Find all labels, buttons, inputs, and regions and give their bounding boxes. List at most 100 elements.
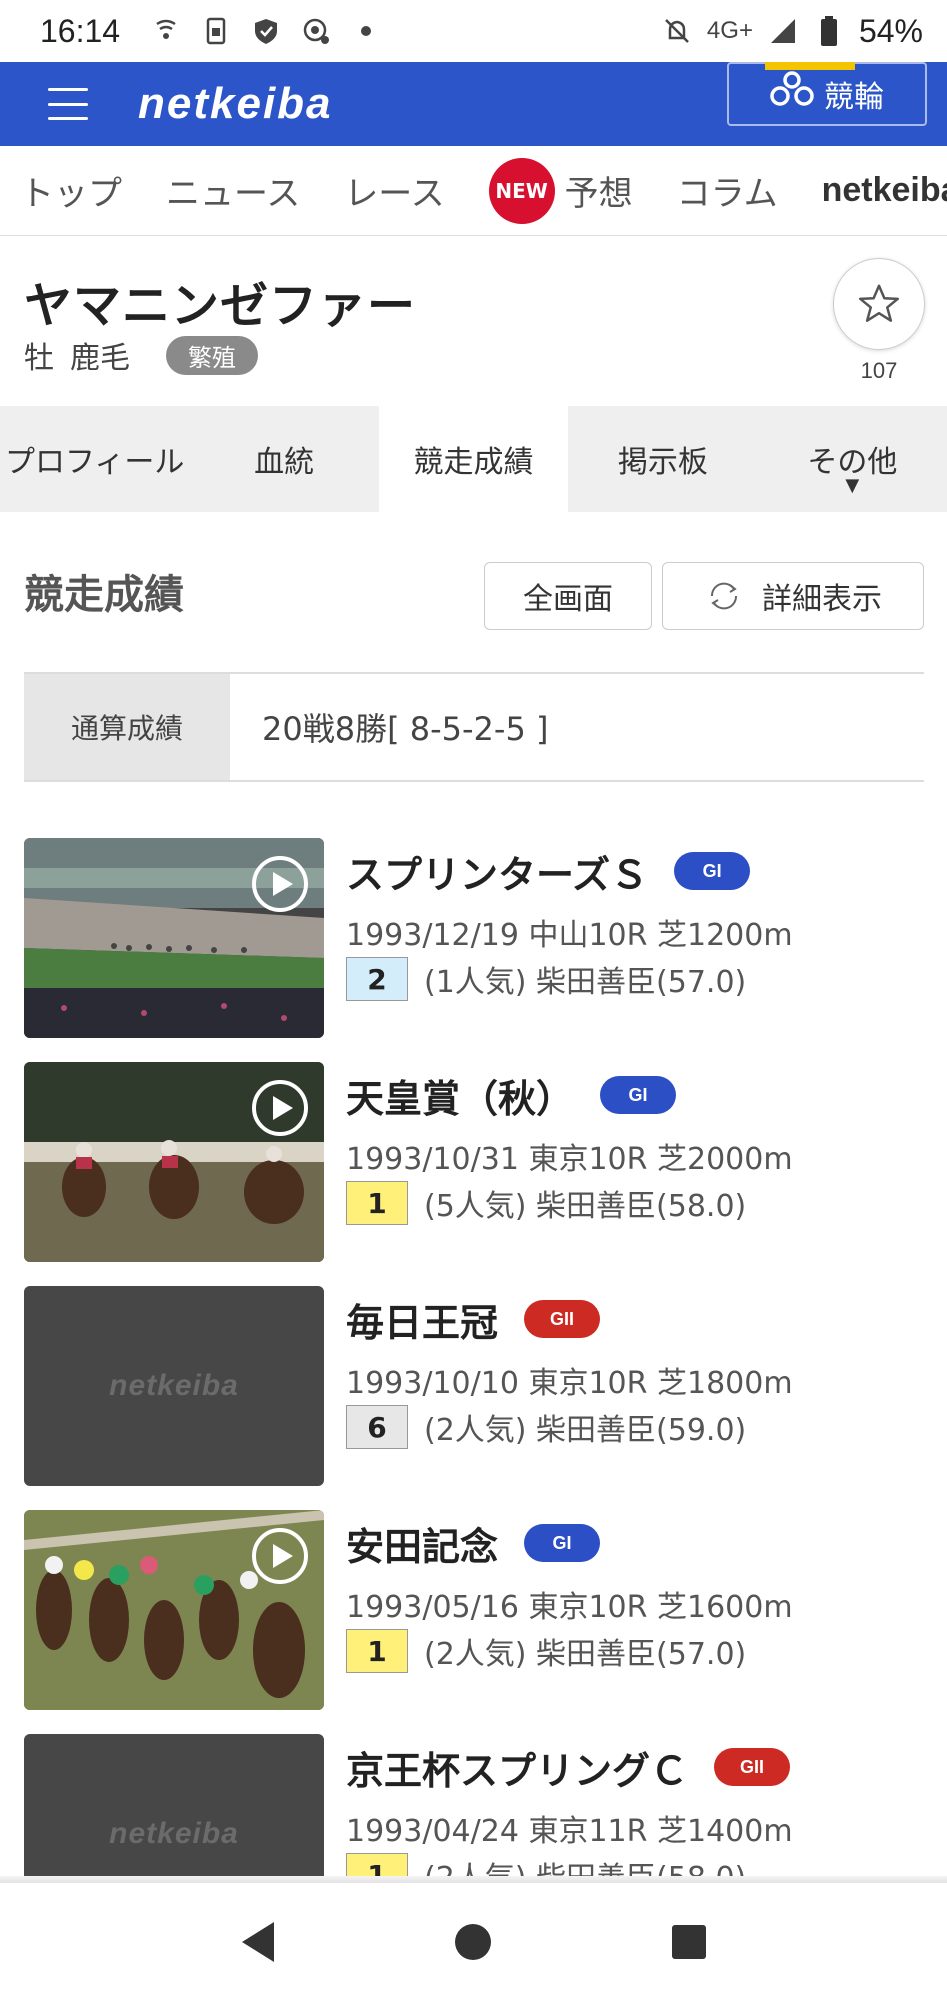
nav-top[interactable]: トップ bbox=[20, 166, 122, 215]
race-video-thumbnail[interactable] bbox=[24, 838, 324, 1038]
jockey-info: (5人気) 柴田善臣(58.0) bbox=[424, 1189, 747, 1224]
race-list: スプリンターズＳ GI 1993/12/19 中山10R 芝1200m 2 (1人… bbox=[24, 836, 924, 1956]
race-item[interactable]: netkeiba 毎日王冠 GII 1993/10/10 東京10R 芝1800m… bbox=[24, 1284, 924, 1508]
finish-position: 6 bbox=[346, 1405, 408, 1449]
system-nav-bar bbox=[0, 1882, 947, 2000]
horse-header: ヤマニンゼファー 牡 鹿毛 繁殖 107 bbox=[0, 236, 947, 406]
favorite-button[interactable] bbox=[833, 258, 925, 350]
jockey-info: (2人気) 柴田善臣(59.0) bbox=[424, 1413, 747, 1448]
horse-color: 鹿毛 bbox=[70, 341, 130, 376]
grade-badge: GII bbox=[524, 1300, 601, 1338]
grade-badge: GI bbox=[674, 852, 751, 890]
nav-netkeibatv-label: netkeibaTV bbox=[821, 171, 947, 209]
race-date-course: 1993/12/19 中山10R 芝1200m bbox=[346, 918, 793, 953]
battery-icon bbox=[813, 15, 845, 47]
tab-pedigree-label: 血統 bbox=[254, 445, 315, 480]
back-icon[interactable] bbox=[233, 1917, 283, 1967]
play-icon[interactable] bbox=[252, 1080, 308, 1136]
race-date-course: 1993/10/10 東京10R 芝1800m bbox=[346, 1366, 793, 1401]
race-name[interactable]: 京王杯スプリングＣ bbox=[346, 1740, 688, 1795]
nav-news[interactable]: ニュース bbox=[166, 166, 300, 215]
battery-percent: 54% bbox=[858, 12, 923, 49]
tab-other[interactable]: その他 ▼ bbox=[758, 406, 947, 512]
signal-icon bbox=[767, 15, 799, 47]
status-badge: 繁殖 bbox=[166, 335, 258, 375]
summary-label: 通算成績 bbox=[24, 674, 230, 780]
keirin-label: 競輪 bbox=[824, 80, 884, 115]
clock: 16:14 bbox=[40, 12, 121, 49]
nav-news-label: ニュース bbox=[166, 174, 301, 214]
grade-badge: GII bbox=[714, 1748, 791, 1786]
finish-position: 1 bbox=[346, 1181, 408, 1225]
sim-icon bbox=[200, 15, 232, 47]
wifi-calling-icon bbox=[150, 15, 182, 47]
fullscreen-button[interactable]: 全画面 bbox=[484, 562, 652, 630]
notifications-off-icon bbox=[661, 15, 693, 47]
netkeiba-watermark: netkeiba bbox=[109, 1369, 239, 1402]
network-type: 4G+ bbox=[706, 17, 753, 44]
finish-position: 1 bbox=[346, 1629, 408, 1673]
nav-top-label: トップ bbox=[20, 174, 122, 214]
status-bar: 16:14 4G+ 54% bbox=[0, 0, 947, 62]
career-summary: 通算成績 20戦8勝[ 8-5-2-5 ] bbox=[24, 672, 924, 782]
detail-view-label: 詳細表示 bbox=[762, 582, 882, 617]
race-name[interactable]: 天皇賞（秋） bbox=[346, 1068, 574, 1123]
star-icon bbox=[858, 284, 900, 322]
race-video-thumbnail[interactable] bbox=[24, 1062, 324, 1262]
play-icon[interactable] bbox=[252, 856, 308, 912]
race-date-course: 1993/10/31 東京10R 芝2000m bbox=[346, 1142, 793, 1177]
grade-badge: GI bbox=[600, 1076, 677, 1114]
horse-name: ヤマニンゼファー bbox=[24, 278, 417, 334]
tab-profile-label: プロフィール bbox=[5, 445, 185, 480]
bicycle-icon bbox=[770, 70, 814, 118]
horse-sex: 牡 bbox=[24, 341, 54, 376]
race-item[interactable]: スプリンターズＳ GI 1993/12/19 中山10R 芝1200m 2 (1人… bbox=[24, 836, 924, 1060]
summary-value: 20戦8勝[ 8-5-2-5 ] bbox=[262, 710, 549, 748]
race-thumbnail-placeholder: netkeiba bbox=[24, 1286, 324, 1486]
new-badge: NEW bbox=[488, 157, 555, 224]
nav-column-label: コラム bbox=[676, 174, 778, 214]
section-title: 競走成績 bbox=[24, 572, 184, 618]
caret-down-icon: ▼ bbox=[845, 475, 860, 496]
netkeiba-watermark: netkeiba bbox=[109, 1817, 239, 1850]
race-item[interactable]: 天皇賞（秋） GI 1993/10/31 東京10R 芝2000m 1 (5人気)… bbox=[24, 1060, 924, 1284]
dot-icon bbox=[350, 15, 382, 47]
race-name[interactable]: 毎日王冠 bbox=[346, 1292, 498, 1347]
nav-column[interactable]: コラム bbox=[677, 166, 778, 215]
race-date-course: 1993/05/16 東京10R 芝1600m bbox=[346, 1590, 793, 1625]
nav-netkeibatv[interactable]: netkeibaTV bbox=[822, 171, 947, 210]
jockey-info: (1人気) 柴田善臣(57.0) bbox=[424, 965, 747, 1000]
play-icon[interactable] bbox=[252, 1528, 308, 1584]
race-name[interactable]: スプリンターズＳ bbox=[346, 844, 648, 899]
favorite-count: 107 bbox=[860, 358, 898, 383]
race-video-thumbnail[interactable] bbox=[24, 1510, 324, 1710]
recents-icon[interactable] bbox=[664, 1917, 714, 1967]
site-header: netkeiba 競輪 bbox=[0, 62, 947, 146]
nav-race-label: レース bbox=[344, 174, 445, 214]
race-name[interactable]: 安田記念 bbox=[346, 1516, 498, 1571]
tab-bbs-label: 掲示板 bbox=[617, 445, 708, 480]
nav-yoso[interactable]: NEW 予想 bbox=[488, 157, 633, 224]
refresh-icon bbox=[710, 582, 738, 610]
keirin-link[interactable]: 競輪 bbox=[727, 62, 927, 126]
detail-view-button[interactable]: 詳細表示 bbox=[662, 562, 924, 630]
nav-race[interactable]: レース bbox=[344, 166, 444, 215]
tab-bbs[interactable]: 掲示板 bbox=[568, 406, 757, 512]
race-date-course: 1993/04/24 東京11R 芝1400m bbox=[346, 1814, 793, 1849]
grade-badge: GI bbox=[524, 1524, 601, 1562]
horse-info: 牡 鹿毛 繁殖 bbox=[24, 333, 258, 377]
tab-race-results[interactable]: 競走成績 bbox=[378, 406, 569, 512]
tab-race-results-label: 競走成績 bbox=[413, 445, 534, 480]
finish-position: 2 bbox=[346, 957, 408, 1001]
top-nav: トップ ニュース レース NEW 予想 コラム netkeibaTV bbox=[0, 146, 947, 236]
horse-tabs: プロフィール 血統 競走成績 掲示板 その他 ▼ bbox=[0, 406, 947, 512]
tab-profile[interactable]: プロフィール bbox=[0, 406, 189, 512]
shield-icon bbox=[250, 15, 282, 47]
menu-icon[interactable] bbox=[48, 88, 88, 120]
home-icon[interactable] bbox=[448, 1917, 498, 1967]
race-item[interactable]: 安田記念 GI 1993/05/16 東京10R 芝1600m 1 (2人気) 柴… bbox=[24, 1508, 924, 1732]
site-logo[interactable]: netkeiba bbox=[138, 79, 333, 129]
nav-yoso-label: 予想 bbox=[564, 174, 633, 214]
assistant-icon bbox=[300, 15, 332, 47]
tab-pedigree[interactable]: 血統 bbox=[189, 406, 378, 512]
